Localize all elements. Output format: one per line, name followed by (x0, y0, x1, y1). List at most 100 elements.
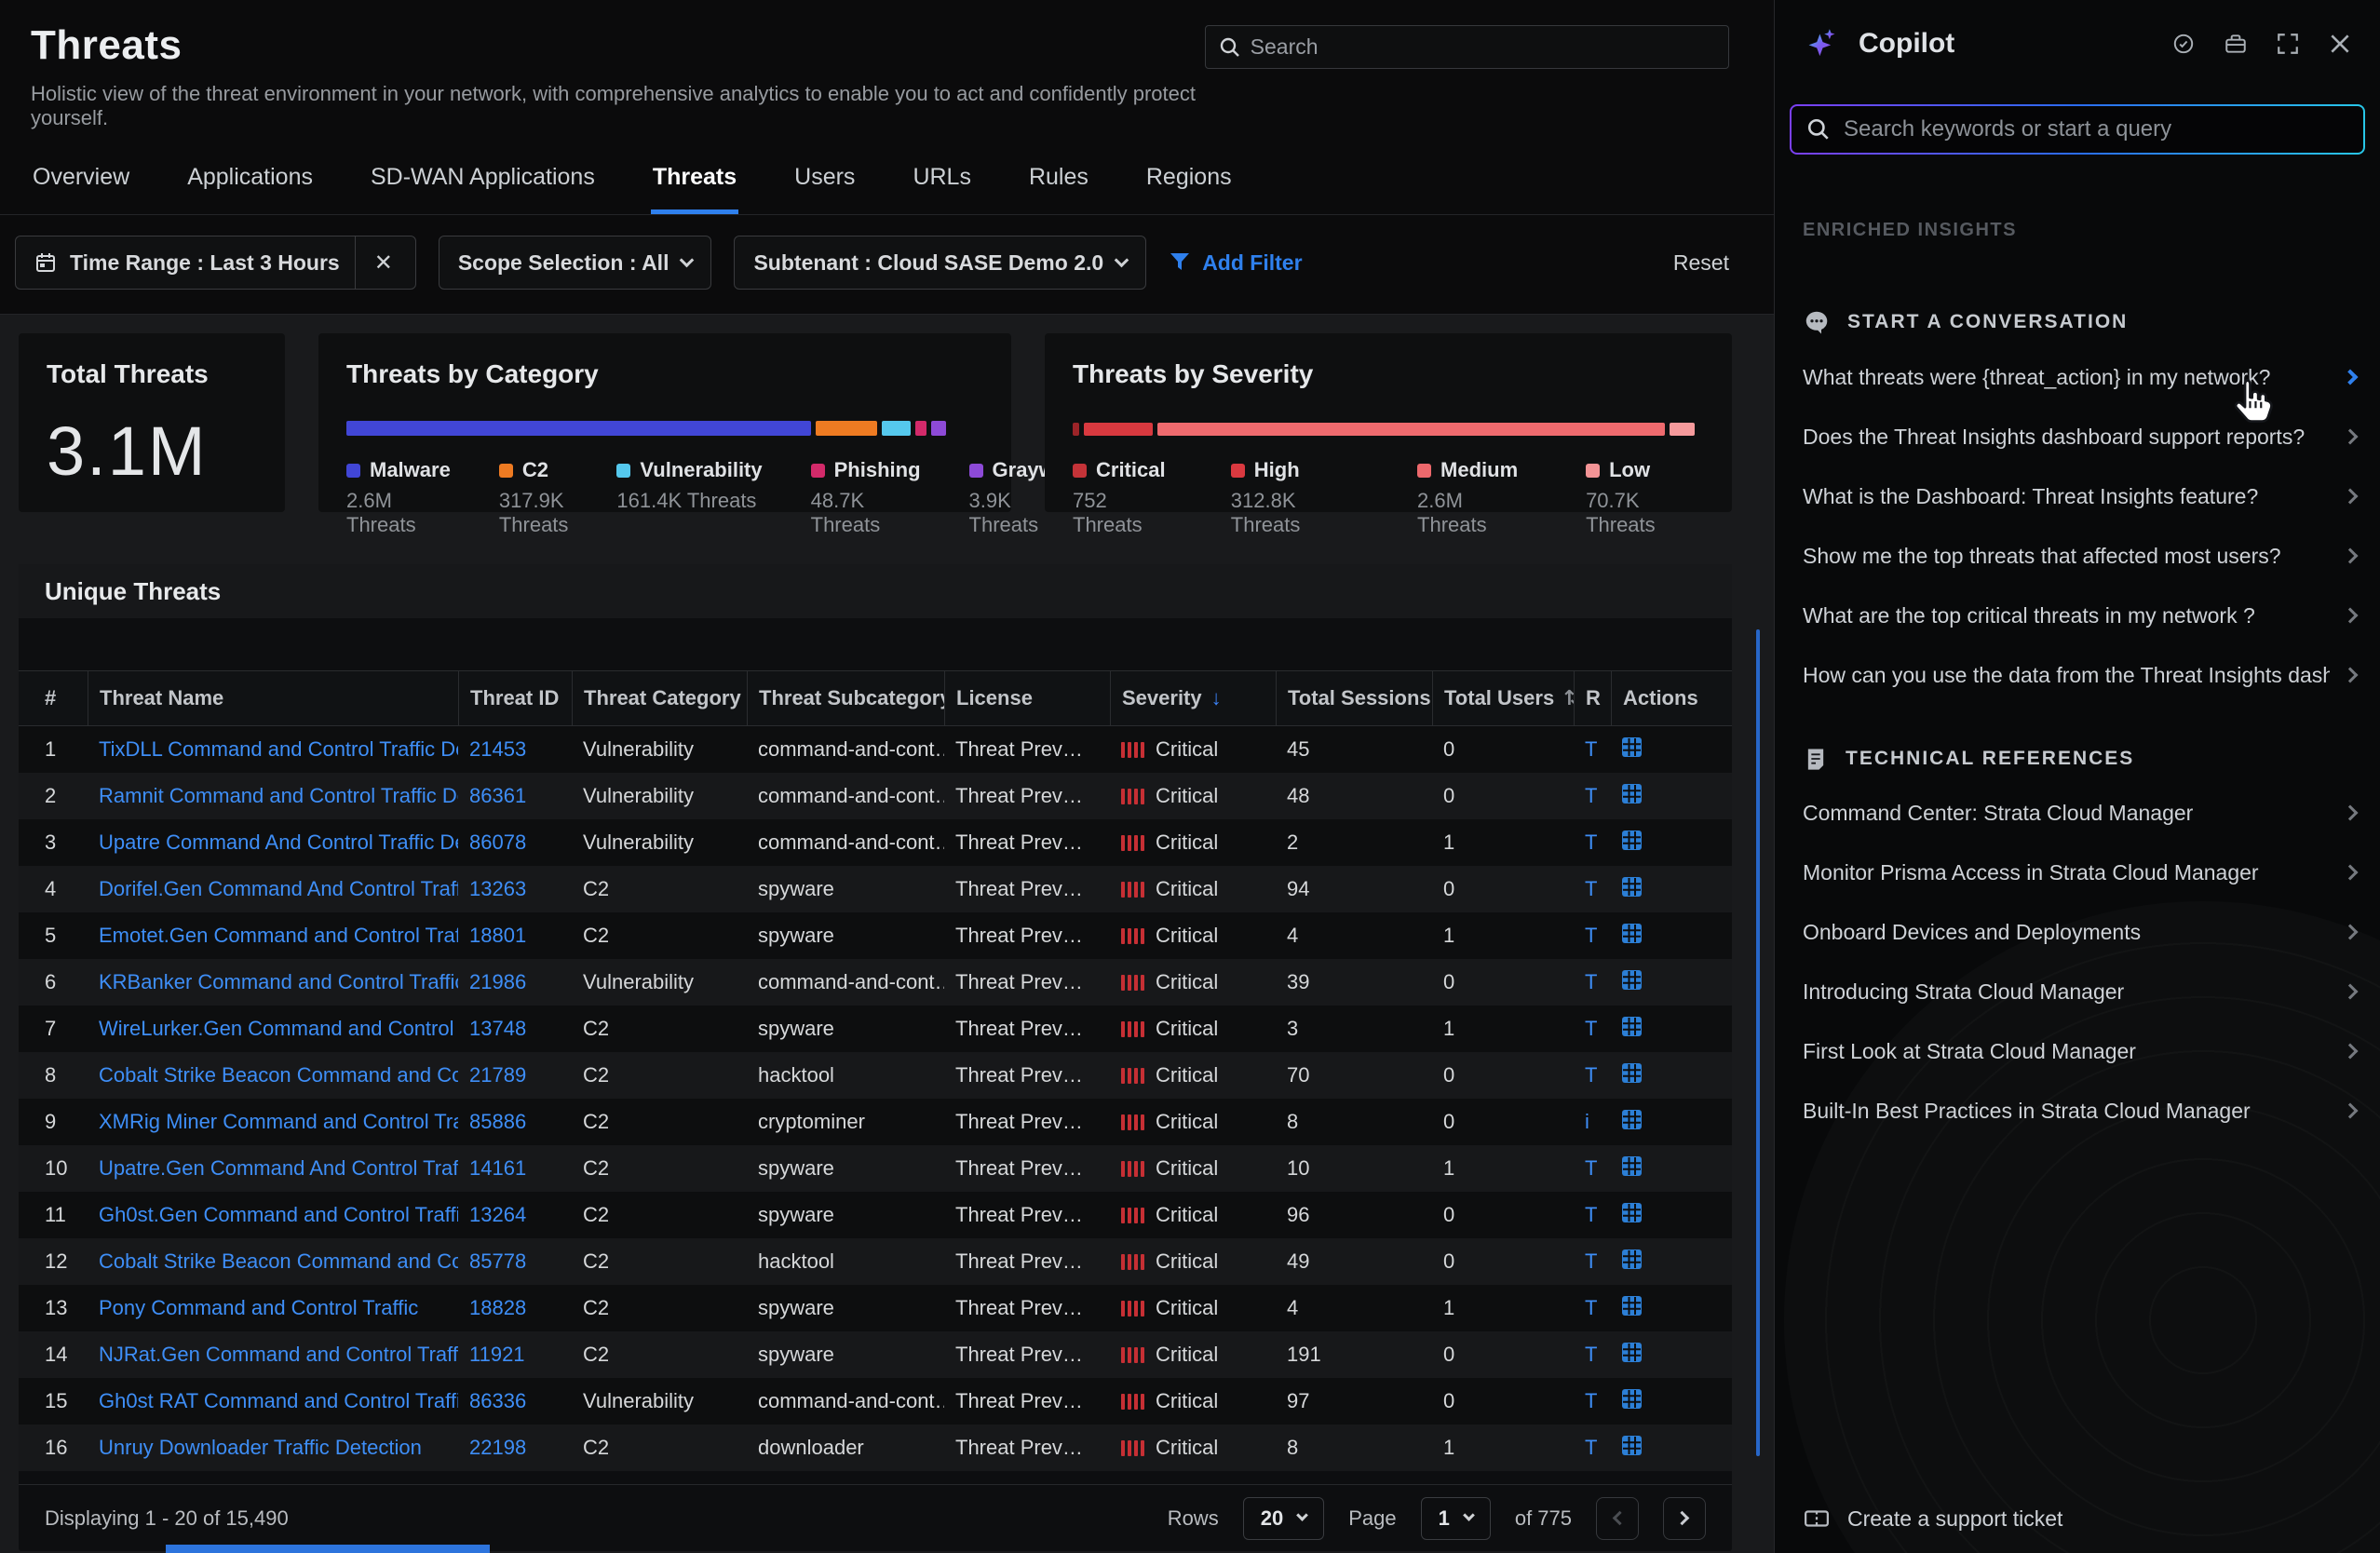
threat-id-link[interactable]: 14161 (458, 1156, 572, 1181)
column-header[interactable]: R (1574, 671, 1611, 725)
table-row[interactable]: 5 Emotet.Gen Command and Control Traffic… (19, 912, 1732, 959)
grid-action-icon[interactable] (1622, 1063, 1642, 1083)
time-range-filter[interactable]: Time Range : Last 3 Hours ✕ (15, 236, 416, 290)
grid-action-icon[interactable] (1622, 877, 1642, 897)
threat-name-link[interactable]: Pony Command and Control Traffic (88, 1296, 458, 1320)
expand-icon[interactable] (2276, 32, 2300, 56)
reset-button[interactable]: Reset (1673, 250, 1729, 276)
threat-id-link[interactable]: 22198 (458, 1436, 572, 1460)
threat-name-link[interactable]: TixDLL Command and Control Traffic Detec (88, 737, 458, 762)
tab[interactable]: Users (792, 151, 857, 214)
table-row[interactable]: 4 Dorifel.Gen Command And Control Traffi… (19, 866, 1732, 912)
conversation-item[interactable]: How can you use the data from the Threat… (1803, 645, 2356, 705)
column-header[interactable]: Severity ↓ (1110, 671, 1276, 725)
sort-icon[interactable]: ⇅ (1563, 686, 1574, 710)
column-header[interactable]: Total Users ⇅ (1432, 671, 1574, 725)
threat-name-link[interactable]: Upatre Command And Control Traffic Detec (88, 831, 458, 855)
table-row[interactable]: 6 KRBanker Command and Control Traffic D… (19, 959, 1732, 1006)
next-page-button[interactable] (1663, 1497, 1706, 1540)
threat-id-link[interactable]: 21453 (458, 737, 572, 762)
tab[interactable]: Applications (185, 151, 315, 214)
conversation-item[interactable]: What is the Dashboard: Threat Insights f… (1803, 466, 2356, 526)
conversation-item[interactable]: Does the Threat Insights dashboard suppo… (1803, 407, 2356, 466)
threat-name-link[interactable]: XMRig Miner Command and Control Traffic (88, 1110, 458, 1134)
tab[interactable]: SD-WAN Applications (369, 151, 597, 214)
threat-name-link[interactable]: NJRat.Gen Command and Control Traffic (88, 1343, 458, 1367)
close-icon[interactable] (2328, 32, 2352, 56)
truncated-link[interactable]: T (1574, 877, 1611, 901)
toolbox-icon[interactable] (2224, 32, 2248, 56)
truncated-link[interactable]: T (1574, 1389, 1611, 1413)
truncated-link[interactable]: T (1574, 1063, 1611, 1087)
tab[interactable]: Rules (1027, 151, 1090, 214)
grid-action-icon[interactable] (1622, 1343, 1642, 1362)
threat-name-link[interactable]: Gh0st.Gen Command and Control Traffic (88, 1203, 458, 1227)
threat-id-link[interactable]: 13263 (458, 877, 572, 901)
threat-name-link[interactable]: WireLurker.Gen Command and Control Trai (88, 1017, 458, 1041)
reference-item[interactable]: First Look at Strata Cloud Manager (1803, 1021, 2356, 1081)
grid-action-icon[interactable] (1622, 1203, 1642, 1222)
threat-name-link[interactable]: Dorifel.Gen Command And Control Traffic (88, 877, 458, 901)
threat-id-link[interactable]: 18801 (458, 924, 572, 948)
threat-id-link[interactable]: 86361 (458, 784, 572, 808)
reference-item[interactable]: Onboard Devices and Deployments (1803, 902, 2356, 962)
threat-name-link[interactable]: Upatre.Gen Command And Control Traffic (88, 1156, 458, 1181)
grid-action-icon[interactable] (1622, 784, 1642, 804)
truncated-link[interactable]: T (1574, 970, 1611, 994)
global-search[interactable] (1205, 25, 1729, 69)
page-select[interactable]: 1 (1421, 1497, 1491, 1540)
threat-id-link[interactable]: 86078 (458, 831, 572, 855)
grid-action-icon[interactable] (1622, 1436, 1642, 1455)
create-support-ticket[interactable]: Create a support ticket (1803, 1505, 2062, 1533)
scope-selection-filter[interactable]: Scope Selection : All (439, 236, 712, 290)
column-header[interactable]: Total Sessions ⇅ (1276, 671, 1432, 725)
table-row[interactable]: 16 Unruy Downloader Traffic Detection 22… (19, 1425, 1732, 1471)
tab[interactable]: Overview (31, 151, 131, 214)
grid-action-icon[interactable] (1622, 737, 1642, 757)
truncated-link[interactable]: T (1574, 1343, 1611, 1367)
subtenant-filter[interactable]: Subtenant : Cloud SASE Demo 2.0 (734, 236, 1146, 290)
truncated-link[interactable]: T (1574, 831, 1611, 855)
global-search-input[interactable] (1251, 34, 1715, 60)
conversation-item[interactable]: What are the top critical threats in my … (1803, 586, 2356, 645)
truncated-link[interactable]: T (1574, 1017, 1611, 1041)
table-row[interactable]: 10 Upatre.Gen Command And Control Traffi… (19, 1145, 1732, 1192)
rows-per-page-select[interactable]: 20 (1243, 1497, 1324, 1540)
table-row[interactable]: 3 Upatre Command And Control Traffic Det… (19, 819, 1732, 866)
add-filter-button[interactable]: Add Filter (1169, 250, 1302, 276)
table-row[interactable]: 8 Cobalt Strike Beacon Command and Contr… (19, 1052, 1732, 1099)
previous-page-button[interactable] (1596, 1497, 1639, 1540)
copilot-search-input[interactable] (1844, 116, 2348, 142)
table-row[interactable]: 15 Gh0st RAT Command and Control Traffic… (19, 1378, 1732, 1425)
column-header[interactable]: # (34, 671, 88, 725)
threat-name-link[interactable]: KRBanker Command and Control Traffic De (88, 970, 458, 994)
grid-action-icon[interactable] (1622, 970, 1642, 990)
column-header[interactable]: Threat Category ⇅ (572, 671, 747, 725)
reference-item[interactable]: Introducing Strata Cloud Manager (1803, 962, 2356, 1021)
truncated-link[interactable]: T (1574, 737, 1611, 762)
copilot-search[interactable] (1790, 104, 2365, 155)
sort-icon[interactable]: ↓ (1211, 686, 1222, 710)
feedback-icon[interactable] (2171, 32, 2196, 56)
table-row[interactable]: 14 NJRat.Gen Command and Control Traffic… (19, 1331, 1732, 1378)
threat-id-link[interactable]: 21789 (458, 1063, 572, 1087)
threat-name-link[interactable]: Emotet.Gen Command and Control Traffic (88, 924, 458, 948)
truncated-link[interactable]: T (1574, 1203, 1611, 1227)
reference-item[interactable]: Monitor Prisma Access in Strata Cloud Ma… (1803, 843, 2356, 902)
table-row[interactable]: 12 Cobalt Strike Beacon Command and Cont… (19, 1238, 1732, 1285)
threat-id-link[interactable]: 86336 (458, 1389, 572, 1413)
threat-name-link[interactable]: Gh0st RAT Command and Control Traffic D (88, 1389, 458, 1413)
grid-action-icon[interactable] (1622, 1110, 1642, 1129)
threat-id-link[interactable]: 13264 (458, 1203, 572, 1227)
grid-action-icon[interactable] (1622, 1017, 1642, 1036)
remove-time-filter-icon[interactable]: ✕ (371, 250, 397, 277)
grid-action-icon[interactable] (1622, 1389, 1642, 1409)
grid-action-icon[interactable] (1622, 831, 1642, 850)
column-header[interactable]: Actions (1611, 671, 1703, 725)
truncated-link[interactable]: T (1574, 784, 1611, 808)
threat-id-link[interactable]: 13748 (458, 1017, 572, 1041)
grid-action-icon[interactable] (1622, 924, 1642, 943)
column-header[interactable]: License (944, 671, 1110, 725)
threat-id-link[interactable]: 85886 (458, 1110, 572, 1134)
truncated-link[interactable]: T (1574, 1249, 1611, 1274)
